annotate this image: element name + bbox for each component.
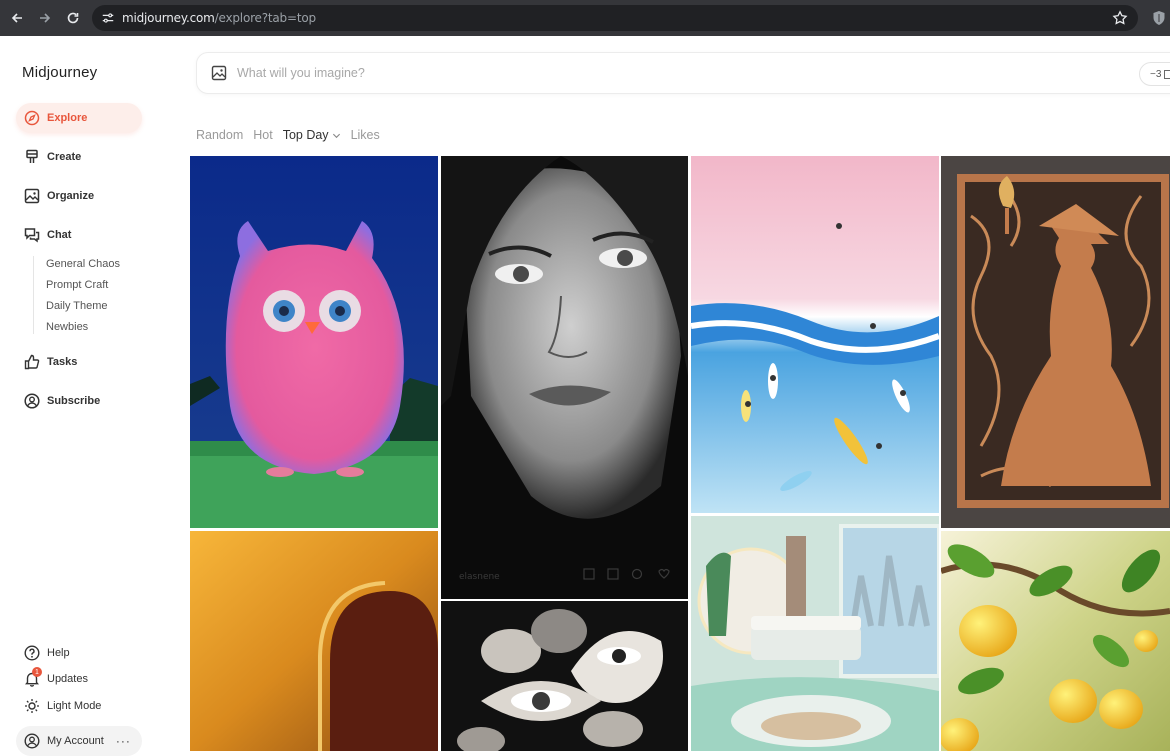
hover-username: elasnene (459, 572, 500, 582)
browser-toolbar: midjourney.com/explore?tab=top (0, 0, 1170, 36)
settings-pill[interactable]: −3 (1139, 62, 1170, 86)
bookmark-star-icon[interactable] (1112, 10, 1128, 26)
wooden-witch-image (941, 156, 1170, 528)
chat-room-prompt-craft[interactable]: Prompt Craft (46, 279, 108, 291)
settings-pill-label: −3 (1150, 68, 1162, 80)
sidebar-item-subscribe[interactable]: Subscribe (16, 386, 142, 416)
gallery-image[interactable] (941, 156, 1170, 528)
gallery-image[interactable] (441, 601, 688, 751)
sidebar-item-label: Organize (47, 190, 95, 202)
lemons-image (941, 531, 1170, 751)
sidebar-item-organize[interactable]: Organize (16, 181, 142, 211)
sidebar-item-label: Create (47, 151, 82, 163)
tab-hot[interactable]: Hot (253, 128, 272, 142)
sidebar-item-chat[interactable]: Chat (16, 220, 142, 250)
chevron-down-icon (332, 133, 340, 138)
updates-badge: 1 (32, 667, 42, 677)
chat-room-general-chaos[interactable]: General Chaos (46, 258, 120, 270)
tab-likes[interactable]: Likes (351, 128, 380, 142)
address-bar[interactable]: midjourney.com/explore?tab=top (92, 5, 1138, 31)
gallery-image[interactable] (190, 531, 438, 751)
url-path: /explore?tab=top (214, 11, 316, 25)
reload-icon (67, 12, 79, 24)
gallery-image[interactable] (190, 156, 438, 528)
eye-collage-image (441, 601, 688, 751)
gallery-image[interactable] (691, 156, 939, 513)
sidebar-item-label: Help (47, 647, 70, 659)
sun-icon (24, 698, 40, 714)
sidebar-item-label: My Account (47, 735, 104, 747)
sidebar-item-label: Light Mode (47, 700, 102, 712)
sidebar-item-label: Explore (47, 112, 88, 124)
app-logo[interactable]: Midjourney (22, 64, 97, 81)
more-options-icon[interactable]: ··· (116, 734, 131, 748)
bell-icon: 1 (24, 667, 42, 687)
brush-icon (24, 149, 40, 165)
sidebar-item-my-account[interactable]: My Account ··· (16, 726, 142, 756)
chat-room-newbies[interactable]: Newbies (46, 321, 88, 333)
gallery-image[interactable] (691, 516, 939, 751)
site-settings-icon[interactable] (100, 10, 116, 26)
sidebar-item-label: Subscribe (47, 395, 101, 407)
image-icon (211, 65, 227, 81)
account-icon (24, 733, 40, 749)
reload-button[interactable] (62, 7, 84, 29)
gallery-image[interactable]: elasnene (441, 156, 688, 599)
chat-icon (24, 227, 40, 243)
url-host: midjourney.com (122, 11, 215, 25)
gallery-image[interactable] (941, 531, 1170, 751)
arrow-left-icon (11, 13, 22, 23)
chat-room-daily-theme[interactable]: Daily Theme (46, 300, 108, 312)
compass-icon (24, 110, 40, 126)
forward-button[interactable] (34, 7, 56, 29)
tab-top-day[interactable]: Top Day (283, 128, 341, 142)
url-text: midjourney.com/explore?tab=top (122, 11, 316, 25)
image-icon (24, 188, 40, 204)
sidebar-item-label: Chat (47, 229, 72, 241)
sidebar-item-light-mode[interactable]: Light Mode (16, 691, 142, 721)
sidebar-item-label: Tasks (47, 356, 78, 368)
sliders-icon (1164, 69, 1170, 79)
back-button[interactable] (6, 7, 28, 29)
shield-icon[interactable] (1152, 10, 1166, 26)
tab-random[interactable]: Random (196, 128, 243, 142)
surfers-image (691, 156, 939, 513)
tab-top-day-label: Top Day (282, 128, 329, 142)
arrow-right-icon (40, 13, 51, 23)
portrait-image: elasnene (441, 156, 688, 599)
pink-owl-image (190, 156, 438, 528)
bedroom-image (691, 516, 939, 751)
help-icon (24, 645, 40, 661)
imagine-input[interactable] (237, 66, 837, 80)
user-circle-icon (24, 393, 40, 409)
sidebar-item-explore[interactable]: Explore (16, 103, 142, 133)
sidebar-item-updates[interactable]: 1 Updates (16, 664, 142, 694)
chat-rooms-divider (33, 256, 34, 334)
imagine-search-bar[interactable]: −3 (196, 52, 1170, 94)
thumbs-up-icon (24, 354, 40, 370)
amber-arch-image (190, 531, 438, 751)
explore-tabs: Random Hot Top Day Likes (196, 128, 390, 142)
sidebar: Midjourney Explore Create Organize Chat … (0, 36, 180, 756)
sidebar-item-tasks[interactable]: Tasks (16, 347, 142, 377)
sidebar-item-create[interactable]: Create (16, 142, 142, 172)
sidebar-item-label: Updates (47, 673, 88, 685)
